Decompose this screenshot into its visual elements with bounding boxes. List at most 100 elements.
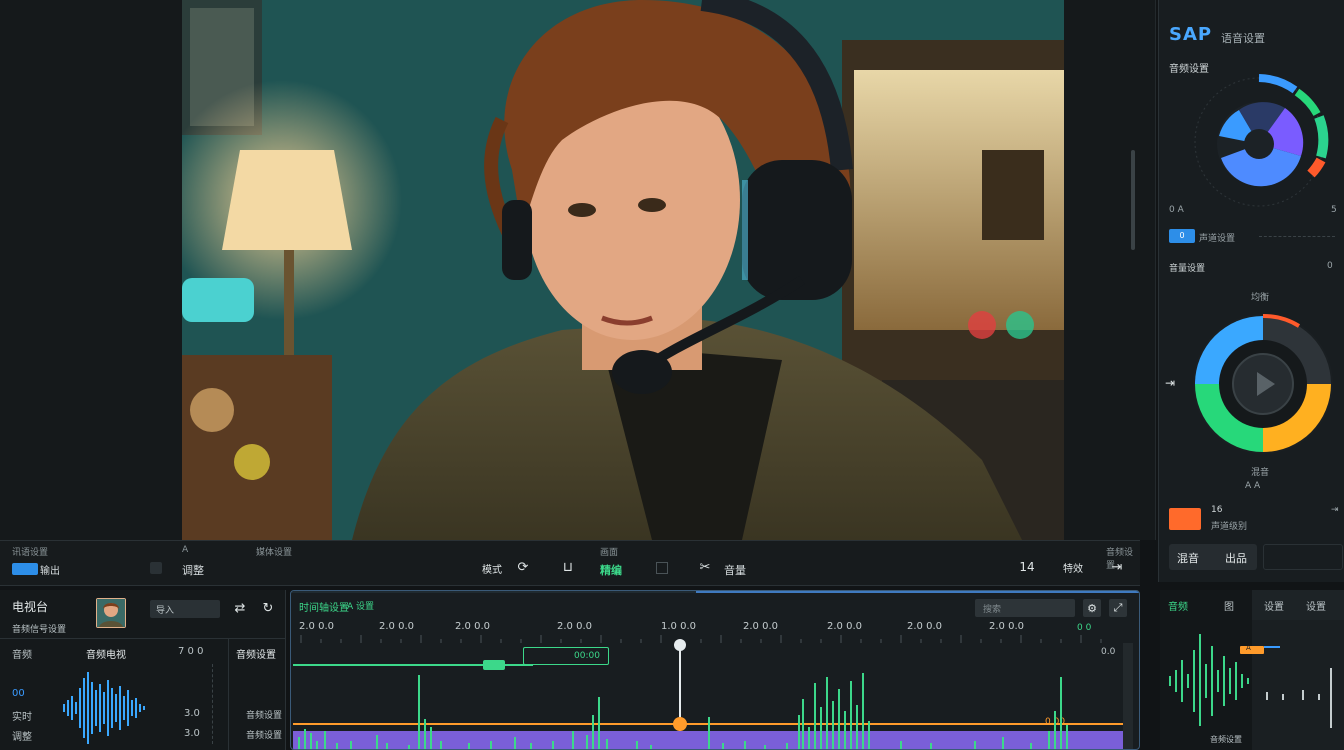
refresh-icon[interactable]: ⟳ <box>512 558 534 576</box>
right-marker: 0 0 <box>1077 623 1092 633</box>
readout-1: 0 A <box>1169 205 1184 215</box>
readout-2: 5 <box>1331 205 1337 215</box>
refresh-small-icon[interactable]: ↻ <box>260 600 276 616</box>
divider <box>212 664 213 744</box>
value-1: 3.0 <box>184 708 200 719</box>
video-preview[interactable] <box>182 0 1064 540</box>
source-sub: 音频信号设置 <box>12 625 67 635</box>
tab-audio[interactable]: 音频 <box>1168 598 1188 613</box>
timeline-search[interactable]: 搜索 <box>975 599 1075 617</box>
time-tick: 2.0 0.0 <box>455 621 490 632</box>
row-1: 00 <box>12 688 25 699</box>
divider <box>0 638 286 639</box>
channel-tag-text: 声道设置 <box>1199 234 1236 244</box>
toggle-icon[interactable]: ⇄ <box>232 600 248 616</box>
source-title: 电视台 <box>12 600 49 614</box>
square-icon[interactable] <box>150 562 162 574</box>
time-tick: 2.0 0.0 <box>827 621 862 632</box>
level-waveform <box>1169 634 1249 726</box>
effects-icon[interactable]: 特效 <box>1056 558 1090 576</box>
level-tag-label: A <box>1246 644 1251 652</box>
output-badge-label: 输出 <box>40 566 60 577</box>
link-icon[interactable]: ⇥ <box>1165 376 1175 390</box>
caption-mix-2: A A <box>1245 481 1261 491</box>
transport-label-2: A <box>182 545 189 555</box>
level-tag[interactable]: A <box>1240 644 1264 654</box>
level-meter-panel: 音频 图 设置 设置 A 音频设置 <box>1160 590 1344 750</box>
caption-equalizer: 均衡 <box>1251 293 1270 303</box>
time-tick: 2.0 0.0 <box>989 621 1024 632</box>
tab-graph[interactable]: 图 <box>1224 598 1234 613</box>
clip-label: 00:00 <box>574 651 600 661</box>
section-volume-settings: 音量设置 <box>1169 264 1206 274</box>
cut-icon[interactable]: ✂ <box>696 558 714 576</box>
mix-button-label: 混音 <box>1177 552 1199 565</box>
value-3: 音频设置 <box>246 711 283 721</box>
time-tick: 2.0 0.0 <box>907 621 942 632</box>
clock-icon[interactable]: 14 <box>1012 558 1042 576</box>
settings-icon[interactable]: ⚙ <box>1083 599 1101 617</box>
mixer-ring[interactable] <box>1189 310 1339 460</box>
transport-item-adjust[interactable]: 调整 <box>182 562 204 578</box>
tab-settings-1[interactable]: 设置 <box>1264 598 1284 613</box>
tab-settings-2[interactable]: 设置 <box>1306 598 1326 613</box>
checkbox-icon[interactable] <box>656 562 668 574</box>
mix-button[interactable]: 混音 出品 <box>1169 544 1257 570</box>
time-tick: 2.0 0.0 <box>299 621 334 632</box>
timeline-search-placeholder: 搜索 <box>983 605 1002 615</box>
time-tick: 2.0 0.0 <box>743 621 778 632</box>
level-marker: ⇥ <box>1331 505 1339 515</box>
panel-title: SAP <box>1169 24 1213 45</box>
volume-label[interactable]: 音量 <box>724 562 746 578</box>
transport-bar: 讯语设置 A 媒体设置 画面 音频设置 输出 调整 模式 ⟳ ⊔ 精编 ✂ 音量… <box>0 540 1140 586</box>
channel-tag[interactable]: 0 <box>1169 229 1195 243</box>
progress-bar <box>696 591 1139 593</box>
caption-mix: 混音 <box>1251 468 1270 478</box>
viewer-left-margin <box>0 0 182 540</box>
expand-icon[interactable]: ⤢ <box>1109 599 1127 617</box>
import-label: 导入 <box>156 606 175 616</box>
audio-settings-panel: SAP 语音设置 音频设置 0 A 5 0 声道设置 音量设置 0 均衡 ⇥ 混… <box>1158 0 1344 582</box>
transport-mid-small: 画面 <box>600 548 619 558</box>
source-waveform <box>63 672 145 744</box>
level-peak <box>1264 646 1280 648</box>
output-field[interactable] <box>1263 544 1343 570</box>
row-3: 调整 <box>12 732 32 743</box>
value-2: 3.0 <box>184 728 200 739</box>
viewer-scrollbar[interactable] <box>1131 150 1135 250</box>
row-2: 实时 <box>12 712 32 723</box>
export-icon[interactable]: ⇥ <box>1106 558 1128 576</box>
level-value: 16 <box>1211 505 1223 515</box>
viewer-right-margin <box>1064 0 1156 540</box>
playhead-handle[interactable] <box>674 639 686 651</box>
level-tick <box>1282 694 1284 700</box>
col-a: 音频 <box>12 650 32 661</box>
timeline-title-sub: A 设置 <box>347 602 375 612</box>
col-d: 音频设置 <box>236 650 276 661</box>
timeline-waveform <box>298 673 1068 749</box>
edit-mode-label[interactable]: 精编 <box>600 562 622 578</box>
level-footer: 音频设置 <box>1210 735 1242 744</box>
divider <box>228 638 229 750</box>
meter-dial[interactable] <box>1191 72 1343 212</box>
level-meter-line <box>1330 668 1332 728</box>
divider <box>1259 236 1335 237</box>
output-badge[interactable] <box>12 563 38 575</box>
automation-handle[interactable] <box>483 660 505 670</box>
divider <box>291 591 696 593</box>
frame-icon[interactable]: ⊔ <box>560 559 576 575</box>
time-tick: 1.0 0.0 <box>661 621 696 632</box>
level-tick <box>1318 694 1320 700</box>
avatar[interactable] <box>96 598 126 628</box>
import-field[interactable]: 导入 <box>150 600 220 618</box>
clip-box[interactable]: 00:00 <box>523 647 609 665</box>
mode-icon[interactable]: 模式 <box>482 559 502 577</box>
timeline-scrollbar[interactable] <box>1123 643 1133 749</box>
level-tick <box>1266 692 1268 700</box>
time-tick: 2.0 0.0 <box>379 621 414 632</box>
source-panel: 电视台 音频信号设置 导入 ⇄ ↻ 音频 音频电视 7 0 0 音频设置 00 … <box>0 590 286 750</box>
level-swatch[interactable] <box>1169 508 1201 530</box>
lane-marker: 0.0 <box>1101 647 1116 657</box>
panel-subtitle: 语音设置 <box>1221 32 1265 45</box>
timeline-panel: 时间轴设置 A 设置 搜索 ⚙ ⤢ 2.0 0.0 2.0 0.0 2.0 0.… <box>290 590 1140 750</box>
